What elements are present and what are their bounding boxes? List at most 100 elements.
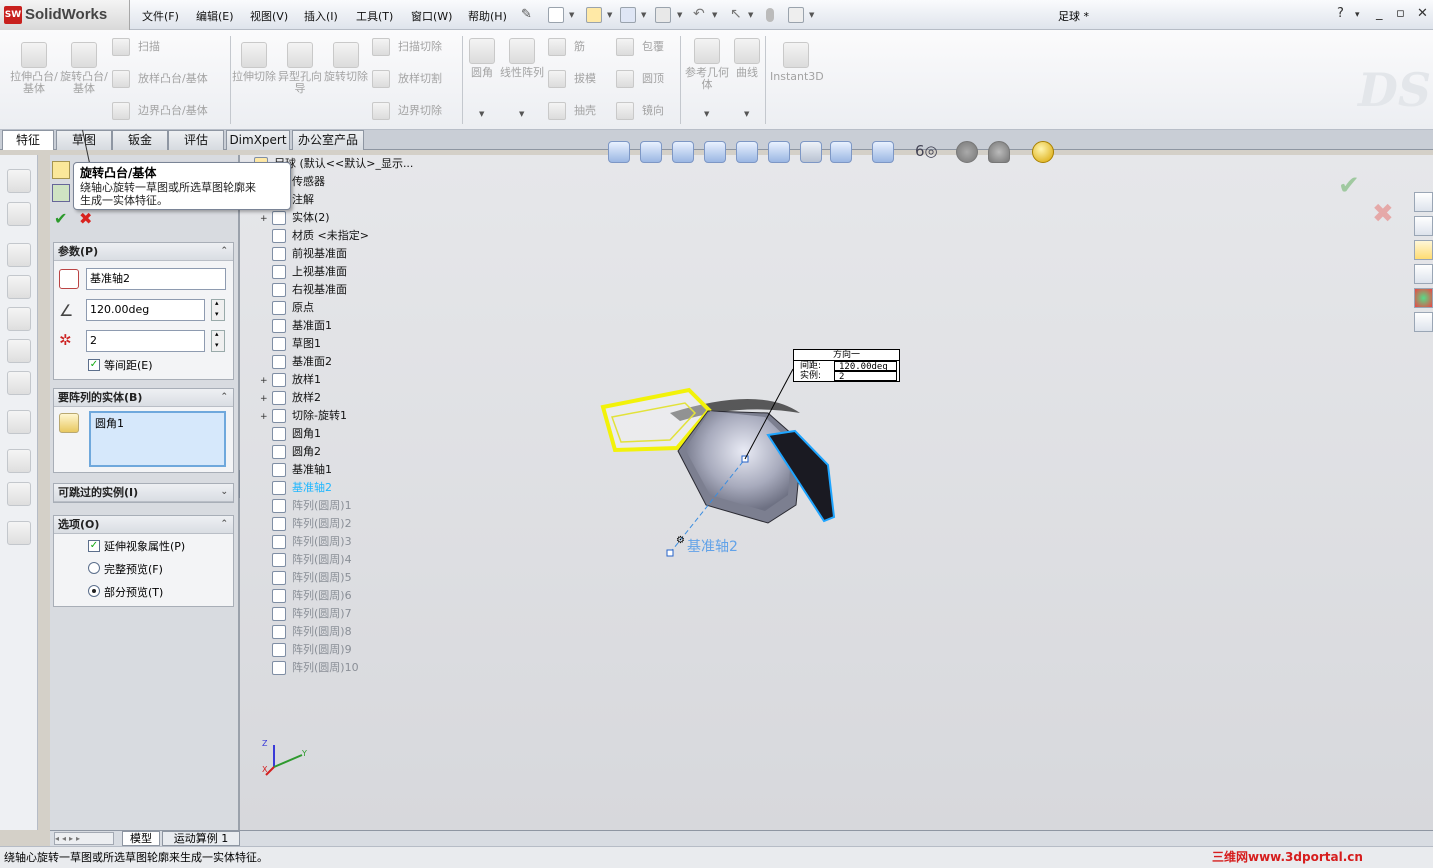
boundary-boss-button[interactable]: 边界凸台/基体 <box>112 102 208 120</box>
tab-dimxpert[interactable]: DimXpert <box>226 130 290 150</box>
section-view-icon[interactable] <box>768 141 790 163</box>
new-dropdown-icon[interactable]: ▼ <box>569 11 574 19</box>
menu-view[interactable]: 视图(V) <box>250 8 288 24</box>
collapse-icon[interactable]: ⌃ <box>220 243 228 260</box>
options-icon[interactable] <box>788 7 804 23</box>
open-dropdown-icon[interactable]: ▼ <box>607 11 612 19</box>
solid-icon[interactable] <box>7 339 31 363</box>
reference-geometry-icon[interactable] <box>7 449 31 473</box>
resources-home-icon[interactable] <box>1414 192 1433 212</box>
instances-spinner[interactable] <box>211 330 225 352</box>
model-viewport[interactable] <box>240 155 1433 830</box>
callout-spacing-field[interactable]: 120.00deg <box>834 361 897 372</box>
bodies-header[interactable]: 要阵列的实体(B) ⌃ <box>54 389 233 407</box>
instant3d-button[interactable]: Instant3D <box>770 42 824 83</box>
ok-icon[interactable]: ✔ <box>54 209 67 228</box>
select-dropdown-icon[interactable]: ▼ <box>748 11 753 19</box>
tab-office-products[interactable]: 办公室产品 <box>292 130 364 150</box>
apply-scene-icon[interactable] <box>956 141 978 163</box>
file-explorer-icon[interactable] <box>1414 240 1433 260</box>
curves-dropdown-icon[interactable]: ▼ <box>744 110 749 118</box>
rebuild-icon[interactable] <box>766 8 774 22</box>
collapse-icon[interactable]: ⌃ <box>220 389 228 406</box>
linear-pattern-button[interactable]: 线性阵列 <box>498 38 546 79</box>
feature-manager-tab-icon[interactable] <box>52 161 70 179</box>
rotate-view-icon[interactable] <box>704 141 726 163</box>
full-preview-radio[interactable] <box>88 562 100 574</box>
extrude-cut-icon[interactable] <box>7 202 31 226</box>
menu-window[interactable]: 窗口(W) <box>411 8 452 24</box>
print-dropdown-icon[interactable]: ▼ <box>677 11 682 19</box>
skip-header[interactable]: 可跳过的实例(I) ⌄ <box>54 484 233 502</box>
previous-view-icon[interactable] <box>672 141 694 163</box>
bodies-list[interactable]: 圆角1 <box>89 411 226 467</box>
display-style-icon[interactable] <box>800 141 822 163</box>
view-palette-icon[interactable] <box>1414 264 1433 284</box>
angle-spinner[interactable] <box>211 299 225 321</box>
angle-field[interactable]: 120.00deg <box>86 299 205 321</box>
custom-properties-icon[interactable] <box>1414 312 1433 332</box>
reference-dropdown-icon[interactable]: ▼ <box>704 110 709 118</box>
help-button[interactable]: ? <box>1337 6 1344 21</box>
draft-icon[interactable] <box>7 275 31 299</box>
design-library-icon[interactable] <box>1414 216 1433 236</box>
curves-icon[interactable] <box>7 482 31 506</box>
revolve-boss-button[interactable]: 旋转凸台/基体 <box>60 42 108 95</box>
chamfer-icon[interactable] <box>7 243 31 267</box>
axis-direction-icon[interactable] <box>59 269 79 289</box>
instances-field[interactable]: 2 <box>86 330 205 352</box>
loft-button[interactable]: 放样凸台/基体 <box>112 70 208 88</box>
open-icon[interactable] <box>586 7 602 23</box>
options-header[interactable]: 选项(O) ⌃ <box>54 516 233 534</box>
pan-icon[interactable] <box>736 141 758 163</box>
equal-spacing-checkbox[interactable]: ✓ <box>88 359 100 371</box>
extrude-boss-button[interactable]: 拉伸凸台/基体 <box>10 42 58 95</box>
graphics-area[interactable]: 足球 (默认<<默认>_显示... 传感器 注解 + 实体(2) 材质 <未指定> 前视基… <box>240 155 1433 830</box>
zoom-to-fit-icon[interactable] <box>608 141 630 163</box>
select-icon[interactable]: ↖ <box>730 6 742 22</box>
shell-icon[interactable] <box>7 307 31 331</box>
save-dropdown-icon[interactable]: ▼ <box>641 11 646 19</box>
boundary-cut-button[interactable]: 边界切除 <box>372 102 442 120</box>
draft-button[interactable]: 拔模 <box>548 70 596 88</box>
zoom-to-area-icon[interactable] <box>640 141 662 163</box>
menu-file[interactable]: 文件(F) <box>142 8 179 24</box>
sweep-button[interactable]: 扫描 <box>112 38 160 56</box>
pattern-callout[interactable]: 方向一 间距: 120.00deg 实例: 2 <box>793 349 900 382</box>
linear-pattern-icon[interactable] <box>7 410 31 434</box>
hole-wizard-icon[interactable] <box>7 371 31 395</box>
pin-icon[interactable]: ✎ <box>521 7 532 22</box>
dome-button[interactable]: 圆顶 <box>616 70 664 88</box>
restore-button[interactable]: ▫ <box>1396 6 1405 21</box>
rib-button[interactable]: 筋 <box>548 38 585 56</box>
tab-sheet-metal[interactable]: 钣金 <box>112 130 168 150</box>
parameters-header[interactable]: 参数(P) ⌃ <box>54 243 233 261</box>
extrude-boss-icon[interactable] <box>7 169 31 193</box>
tab-evaluate[interactable]: 评估 <box>168 130 224 150</box>
undo-dropdown-icon[interactable]: ▼ <box>712 11 717 19</box>
mirror-button[interactable]: 镜向 <box>616 102 664 120</box>
collapse-icon[interactable]: ⌃ <box>220 516 228 533</box>
view-orientation-icon[interactable] <box>830 141 852 163</box>
pattern-dropdown-icon[interactable]: ▼ <box>519 110 524 118</box>
help-dropdown-icon[interactable]: ▾ <box>1355 10 1360 20</box>
tab-motion-study-1[interactable]: 运动算例 1 <box>162 831 240 846</box>
axis-field[interactable]: 基准轴2 <box>86 268 226 290</box>
list-item[interactable]: 圆角1 <box>95 415 220 431</box>
extend-visual-checkbox[interactable]: ✓ <box>88 540 100 552</box>
new-document-icon[interactable] <box>548 7 564 23</box>
axis-endpoint[interactable] <box>666 549 674 557</box>
appearance-icon[interactable]: 6◎ <box>914 141 938 163</box>
curves-button[interactable]: 曲线 <box>723 38 771 79</box>
save-icon[interactable] <box>620 7 636 23</box>
revolve-cut-button[interactable]: 旋转切除 <box>322 42 370 83</box>
tab-model[interactable]: 模型 <box>122 831 160 846</box>
menu-insert[interactable]: 插入(I) <box>304 8 338 24</box>
view-settings-icon[interactable] <box>988 141 1010 163</box>
menu-edit[interactable]: 编辑(E) <box>196 8 234 24</box>
swept-cut-button[interactable]: 扫描切除 <box>372 38 442 56</box>
tab-scroll-buttons[interactable]: ◂◂▸▸ <box>54 832 114 845</box>
menu-help[interactable]: 帮助(H) <box>468 8 507 24</box>
partial-preview-radio[interactable] <box>88 585 100 597</box>
instant3d-icon[interactable] <box>7 521 31 545</box>
